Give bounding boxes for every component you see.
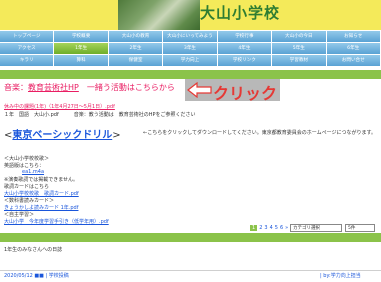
study-card-label: ＜数科書読みカード＞ bbox=[4, 198, 55, 204]
card-label: 歌詞カードはこちら bbox=[4, 184, 50, 190]
page-next[interactable]: » bbox=[285, 225, 288, 231]
nav-item[interactable]: 大山小にいってみよう bbox=[163, 31, 218, 42]
nav-item[interactable]: 6年生 bbox=[326, 43, 381, 54]
study-card-link[interactable]: きょうかしよ読みカード 1年.pdf bbox=[4, 204, 78, 211]
pagination: 1 2 3 4 5 6» bbox=[250, 225, 288, 231]
nav-row-3: キラリ 算科 保健室 学力向上 学校リンク 学習教材 お問い合せ bbox=[0, 55, 381, 66]
book-line: １年 国語 大山小.pdf 音楽：教う活動は 教育芸術社のHPをご参照ください bbox=[4, 112, 196, 118]
diary-text: 1年生のみなさんへの日誌 bbox=[4, 247, 63, 253]
drill-link[interactable]: 東京ベーシックドリル bbox=[12, 130, 112, 141]
nav-item[interactable]: 大山小の教育 bbox=[108, 31, 164, 42]
site-header: 大山小学校 bbox=[0, 0, 381, 30]
diary-section-header: 日誌 bbox=[0, 233, 381, 250]
drill-note: ←こちらをクリックしてダウンロードしてください。東京都教育委員会のホームページに… bbox=[143, 130, 376, 136]
page-link[interactable]: 5 bbox=[275, 225, 278, 231]
nav-item[interactable]: 5年生 bbox=[272, 43, 327, 54]
nav-item[interactable]: 学習教材 bbox=[272, 55, 327, 66]
nav-item[interactable]: 算科 bbox=[54, 55, 109, 66]
click-banner[interactable]: クリック bbox=[185, 79, 280, 103]
song-link[interactable]: ea1.m4a bbox=[22, 169, 44, 175]
site-title[interactable]: 大山小学校 bbox=[200, 2, 280, 23]
nav-row-2: アクセス 1年生 2年生 3年生 4年生 5年生 6年生 bbox=[0, 43, 381, 54]
nav-item[interactable]: 学力向上 bbox=[163, 55, 218, 66]
music-prefix: 音楽： bbox=[4, 83, 28, 92]
self-study-label: ＜自主学習＞ bbox=[4, 212, 35, 218]
nav-item[interactable]: 3年生 bbox=[163, 43, 218, 54]
per-page-select[interactable]: 5件 bbox=[345, 224, 375, 232]
school-song-label: ＜大山小学校校歌＞ bbox=[4, 156, 50, 162]
nav-item[interactable]: 大山小の今日 bbox=[272, 31, 327, 42]
page-link[interactable]: 3 bbox=[264, 225, 267, 231]
school-song-note: 英語版はこちら： bbox=[4, 163, 45, 169]
click-label: クリック bbox=[213, 84, 278, 103]
nav-item-grade1-active[interactable]: 1年生 bbox=[54, 43, 109, 54]
footer-divider bbox=[0, 270, 381, 271]
nav-item[interactable]: 保健室 bbox=[108, 55, 164, 66]
post-author[interactable]: | by:学力向上担当 bbox=[320, 272, 361, 279]
self-study-link[interactable]: 大山小学 今年度学習手引き（低学年用）.pdf bbox=[4, 218, 109, 225]
nav-row-1: トップページ 学校概要 大山小の教育 大山小にいってみよう 学校行事 大山小の今… bbox=[0, 31, 381, 42]
header-photo bbox=[118, 0, 200, 30]
nav-item[interactable]: トップページ bbox=[0, 31, 55, 42]
card-link[interactable]: 大山小学校校歌 歌詞カード.pdf bbox=[4, 190, 79, 197]
page-link[interactable]: 6 bbox=[280, 225, 283, 231]
nav-item[interactable]: 学校行事 bbox=[217, 31, 273, 42]
music-line: 音楽：教育芸術社HP 一緒う活動はこちらから bbox=[4, 82, 175, 93]
nav-item[interactable]: 4年生 bbox=[217, 43, 273, 54]
music-suffix: 一緒う活動はこちらから bbox=[78, 83, 175, 92]
nav-item[interactable]: アクセス bbox=[0, 43, 55, 54]
section-header: 1年生へのお知らせ bbox=[0, 70, 381, 87]
drill-line: <東京ベーシックドリル> bbox=[4, 126, 121, 141]
nav-item[interactable]: 学校概要 bbox=[54, 31, 109, 42]
drill-close: > bbox=[112, 130, 121, 141]
post-date[interactable]: 2020/05/12 ■■ | 学校投稿 bbox=[4, 272, 69, 279]
page-link[interactable]: 4 bbox=[270, 225, 273, 231]
nav-item[interactable]: キラリ bbox=[0, 55, 55, 66]
nav-item[interactable]: お知らせ bbox=[326, 31, 381, 42]
left-arrow-icon bbox=[187, 82, 212, 98]
song-note: ※演奏歌詞では掲載できません。 bbox=[4, 177, 79, 183]
page-current: 1 bbox=[250, 225, 258, 231]
nav-item[interactable]: お問い合せ bbox=[326, 55, 381, 66]
schedule-link[interactable]: 休み中の課題(1年)（1年4月27日～5月1日）.pdf bbox=[4, 103, 115, 110]
nav-item[interactable]: 2年生 bbox=[108, 43, 164, 54]
music-link[interactable]: 教育芸術社HP bbox=[28, 83, 79, 92]
nav-item[interactable]: 学校リンク bbox=[217, 55, 273, 66]
page-link[interactable]: 2 bbox=[259, 225, 262, 231]
category-select[interactable]: カテゴリ選択 bbox=[290, 224, 342, 232]
